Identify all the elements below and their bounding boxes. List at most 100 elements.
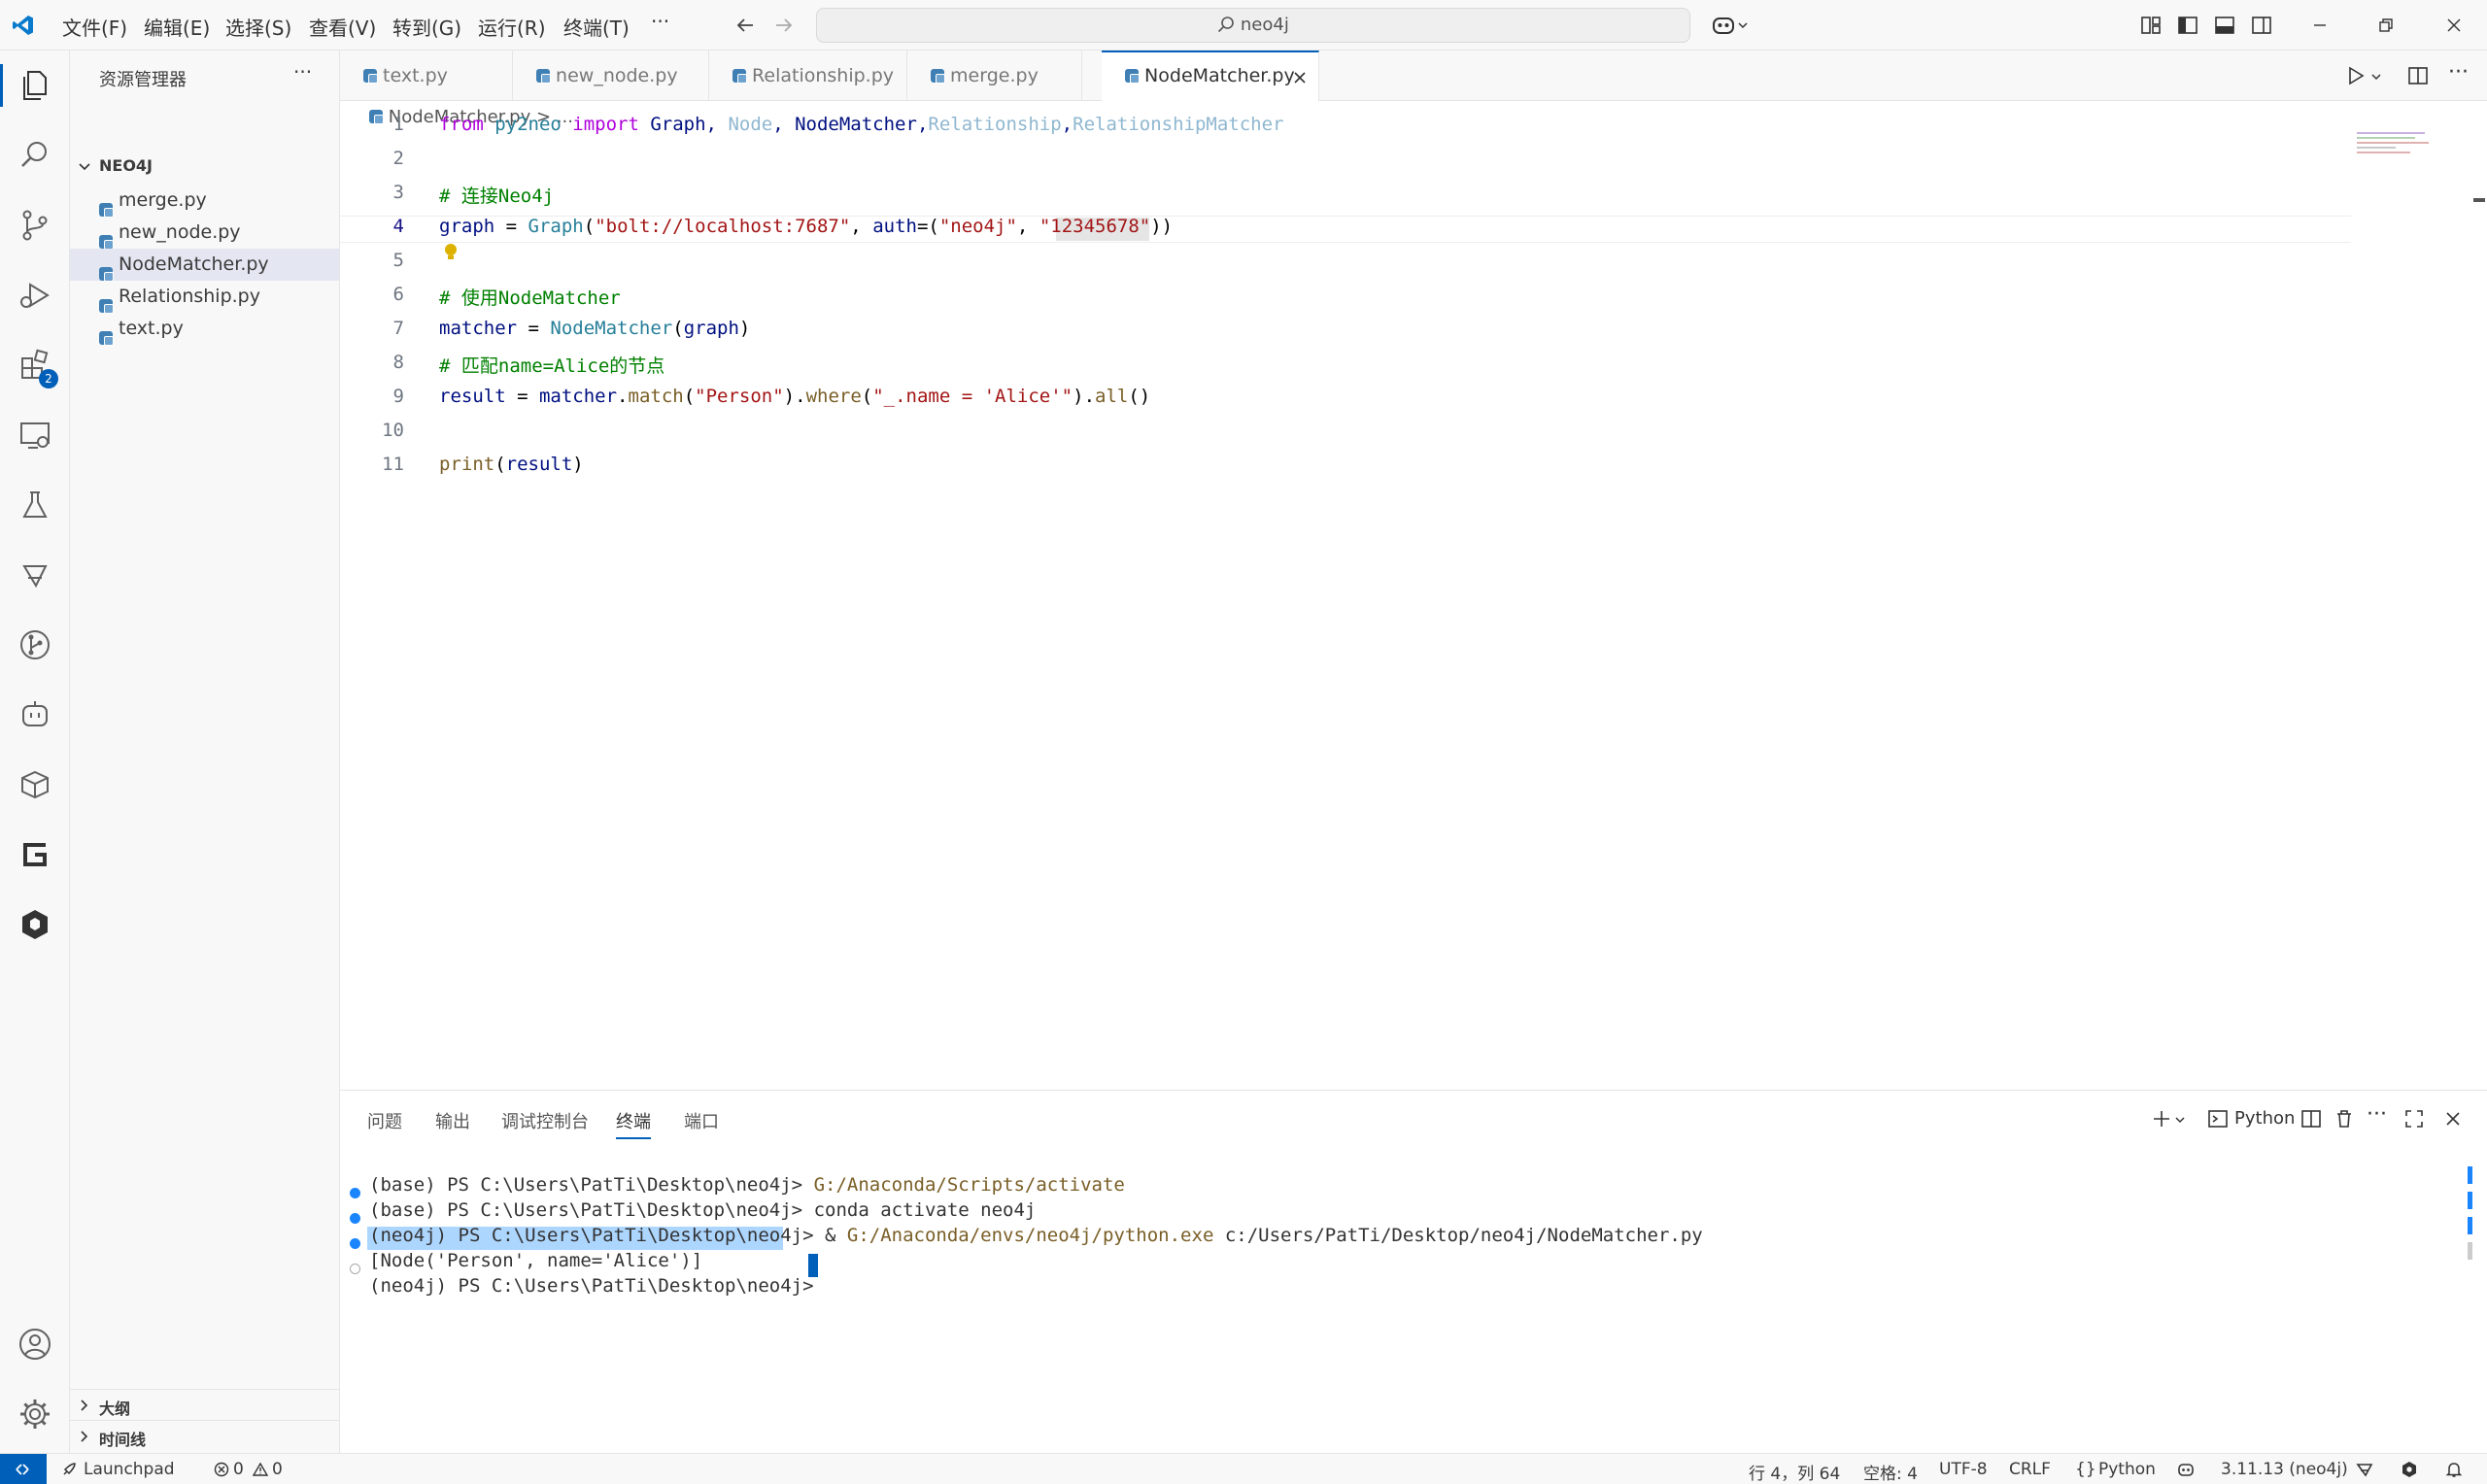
file-new-node[interactable]: new_node.py — [70, 217, 339, 250]
vscode-logo-icon[interactable] — [12, 14, 35, 37]
run-file-icon[interactable] — [2345, 65, 2367, 86]
file-nodematcher[interactable]: NodeMatcher.py — [70, 249, 339, 282]
encoding[interactable]: UTF-8 — [1939, 1460, 1988, 1479]
tab-new-node-py[interactable]: new_node.py — [513, 51, 709, 101]
sidebar-more-button[interactable]: ··· — [293, 60, 312, 84]
minimize-icon[interactable] — [2308, 14, 2332, 37]
search-view-icon[interactable] — [14, 134, 56, 177]
customize-layout-icon[interactable] — [2139, 14, 2163, 37]
command-decoration-pending[interactable] — [350, 1264, 360, 1274]
line-ending[interactable]: CRLF — [2009, 1460, 2051, 1479]
menu-run[interactable]: 运行(R) — [478, 13, 546, 41]
tab-label: merge.py — [950, 65, 1039, 86]
indentation[interactable]: 空格: 4 — [1863, 1460, 1918, 1484]
toggle-primary-sidebar-icon[interactable] — [2176, 14, 2199, 37]
command-decoration-success[interactable] — [350, 1213, 360, 1224]
chevron-down-icon[interactable] — [1737, 19, 1749, 31]
timeline-section[interactable]: 时间线 — [70, 1420, 339, 1451]
remote-explorer-icon[interactable] — [14, 414, 56, 456]
warning-count[interactable]: 0 — [272, 1460, 283, 1479]
panel-tab-ports[interactable]: 端口 — [684, 1108, 719, 1133]
menu-go[interactable]: 转到(G) — [392, 13, 461, 41]
editor-more-button[interactable]: ··· — [2448, 60, 2469, 84]
outline-section[interactable]: 大纲 — [70, 1389, 339, 1420]
folder-neo4j[interactable]: NEO4J — [70, 152, 339, 181]
restore-icon[interactable] — [2374, 14, 2398, 37]
active-indicator — [0, 64, 3, 107]
minimap[interactable] — [2357, 132, 2435, 159]
terminal-shell-name[interactable]: Python — [2234, 1108, 2295, 1129]
cursor-position[interactable]: 行 4，列 64 — [1749, 1460, 1840, 1484]
launchpad-status[interactable]: Launchpad — [84, 1460, 175, 1479]
command-decoration-success[interactable] — [350, 1238, 360, 1249]
tab-relationship-py[interactable]: Relationship.py — [709, 51, 907, 101]
python-env-icon[interactable] — [14, 554, 56, 596]
testing-icon[interactable] — [14, 484, 56, 526]
code-line: # 连接Neo4j — [439, 182, 554, 208]
remote-indicator[interactable] — [0, 1454, 47, 1484]
error-count[interactable]: 0 — [233, 1460, 244, 1479]
file-relationship[interactable]: Relationship.py — [70, 281, 339, 314]
maximize-panel-icon[interactable] — [2403, 1108, 2425, 1130]
language-mode[interactable]: Python — [2098, 1460, 2156, 1479]
python-interpreter[interactable]: 3.11.13 (neo4j) — [2221, 1460, 2348, 1479]
command-decoration-success[interactable] — [350, 1188, 360, 1198]
split-editor-icon[interactable] — [2407, 65, 2429, 86]
run-debug-icon[interactable] — [14, 274, 56, 317]
chevron-down-icon[interactable] — [2174, 1114, 2186, 1126]
copilot-icon[interactable] — [1710, 12, 1737, 39]
close-window-icon[interactable] — [2442, 14, 2466, 37]
code-editor[interactable]: NodeMatcher.py > ... 1 from py2neo import… — [340, 101, 2487, 1090]
split-terminal-icon[interactable] — [2300, 1108, 2322, 1130]
python-file-icon — [536, 69, 551, 84]
menu-file[interactable]: 文件(F) — [62, 13, 127, 41]
toggle-panel-icon[interactable] — [2213, 14, 2236, 37]
toggle-secondary-sidebar-icon[interactable] — [2250, 14, 2273, 37]
code-token: "_.name = 'Alice'" — [872, 386, 1073, 407]
file-text[interactable]: text.py — [70, 313, 339, 346]
code-line: matcher = NodeMatcher(graph) — [439, 318, 750, 339]
panel-more-button[interactable]: ··· — [2367, 1102, 2387, 1127]
git-graph-icon[interactable] — [14, 624, 56, 666]
tab-nodematcher-py[interactable]: NodeMatcher.py — [1102, 51, 1319, 102]
code-token: matcher — [439, 318, 518, 339]
tab-text-py[interactable]: text.py — [340, 51, 513, 101]
cube-extension-icon[interactable] — [14, 903, 56, 946]
panel-tab-debug-console[interactable]: 调试控制台 — [501, 1108, 589, 1133]
code-token: . — [617, 386, 629, 407]
menu-selection[interactable]: 选择(S) — [225, 13, 291, 41]
accounts-icon[interactable] — [14, 1323, 56, 1366]
menu-view[interactable]: 查看(V) — [309, 13, 376, 41]
new-terminal-icon[interactable] — [2151, 1108, 2172, 1130]
panel-tab-problems[interactable]: 问题 — [367, 1108, 402, 1133]
chevron-down-icon[interactable] — [2370, 71, 2382, 83]
close-panel-icon[interactable] — [2442, 1108, 2464, 1130]
title-bar: 文件(F) 编辑(E) 选择(S) 查看(V) 转到(G) 运行(R) 终端(T… — [0, 0, 2487, 51]
lightbulb-icon[interactable] — [443, 243, 459, 262]
python-env-status-icon[interactable] — [2355, 1460, 2374, 1479]
source-control-icon[interactable] — [14, 204, 56, 247]
containers-icon[interactable] — [14, 763, 56, 806]
copilot-chat-icon[interactable] — [14, 693, 56, 736]
file-merge[interactable]: merge.py — [70, 185, 339, 218]
chevron-right-icon — [81, 1431, 88, 1442]
code-token: , — [1016, 216, 1039, 237]
close-tab-icon[interactable] — [1292, 70, 1308, 85]
notifications-bell-icon[interactable] — [2444, 1460, 2464, 1479]
panel-tab-terminal[interactable]: 终端 — [616, 1108, 651, 1139]
extension-status-icon[interactable] — [2400, 1460, 2419, 1479]
explorer-icon[interactable] — [14, 64, 56, 107]
gitlens-g-icon[interactable] — [14, 833, 56, 876]
trash-icon[interactable] — [2334, 1108, 2355, 1130]
command-center-search[interactable]: neo4j — [816, 8, 1690, 43]
back-arrow-icon[interactable] — [734, 15, 756, 36]
settings-gear-icon[interactable] — [14, 1393, 56, 1435]
menu-more[interactable]: ··· — [651, 10, 669, 33]
copilot-status-icon[interactable] — [2176, 1460, 2196, 1479]
forward-arrow-icon[interactable] — [773, 15, 795, 36]
menu-terminal[interactable]: 终端(T) — [563, 13, 630, 41]
terminal-scroll-marker — [2468, 1242, 2472, 1260]
tab-merge-py[interactable]: merge.py — [907, 51, 1082, 101]
menu-edit[interactable]: 编辑(E) — [144, 13, 210, 41]
panel-tab-output[interactable]: 输出 — [435, 1108, 470, 1133]
